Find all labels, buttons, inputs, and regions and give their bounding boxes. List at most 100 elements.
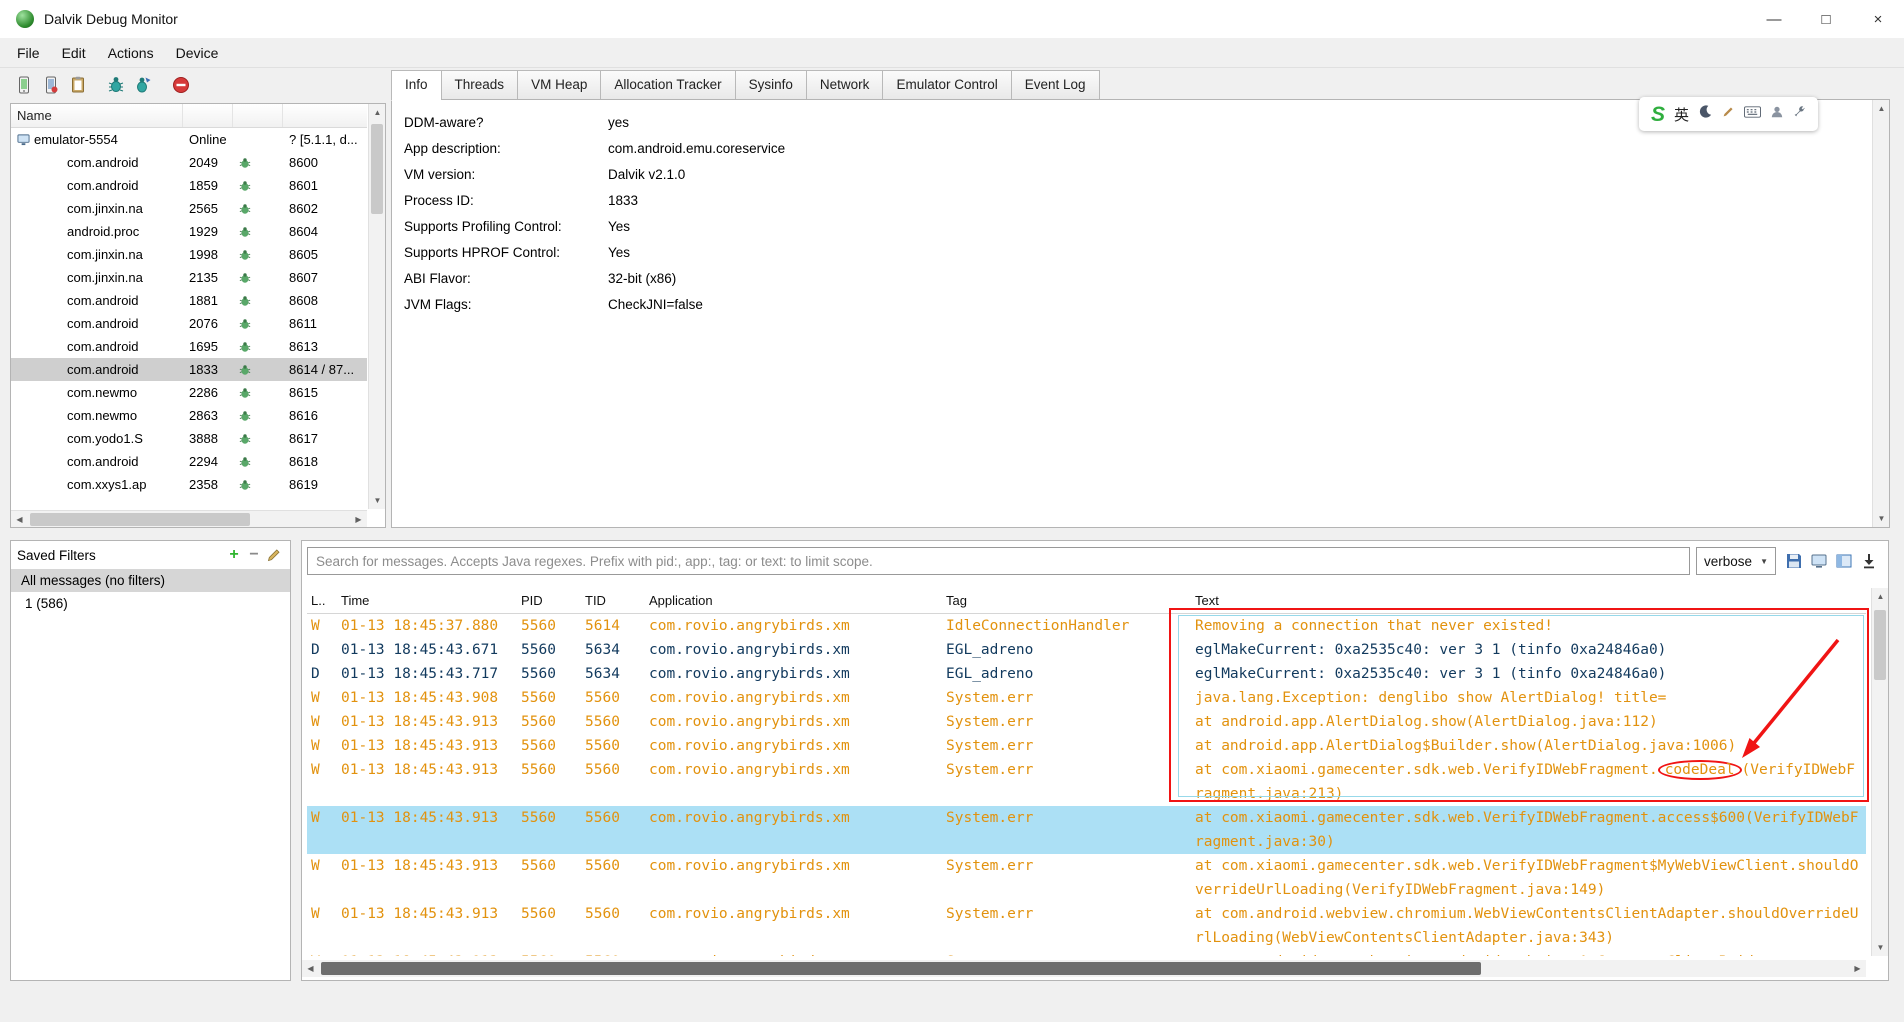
scroll-right-icon[interactable]: ▶	[350, 511, 367, 528]
device-vertical-scrollbar[interactable]: ▲ ▼	[368, 104, 385, 509]
log-column-header[interactable]: Text	[1191, 593, 1866, 608]
tab-event-log[interactable]: Event Log	[1010, 70, 1100, 100]
process-row[interactable]: com.android 1859 8601	[11, 174, 367, 197]
remove-filter-button[interactable]: −	[244, 545, 264, 565]
scroll-up-icon[interactable]: ▲	[1873, 100, 1890, 117]
clipboard-icon[interactable]	[66, 73, 90, 97]
log-cell: System.err	[946, 762, 1034, 778]
device-horizontal-scrollbar[interactable]: ◀ ▶	[11, 510, 367, 527]
process-row[interactable]: com.newmo 2286 8615	[11, 381, 367, 404]
menu-item-actions[interactable]: Actions	[97, 40, 165, 66]
log-row[interactable]: W01-13 18:45:43.91355605560com.rovio.ang…	[307, 710, 1866, 734]
log-row[interactable]: W 01-13 18:45:37.880 5560 5614 com.rovio.ang…	[307, 614, 1866, 638]
scroll-to-bottom-icon[interactable]	[1859, 551, 1879, 571]
scroll-left-icon[interactable]: ◀	[302, 960, 319, 977]
menu-item-device[interactable]: Device	[165, 40, 230, 66]
moon-icon[interactable]	[1698, 104, 1713, 124]
process-row[interactable]: com.android 1695 8613	[11, 335, 367, 358]
toggle-filters-pane-icon[interactable]	[1834, 551, 1854, 571]
log-column-header[interactable]: PID	[517, 593, 581, 608]
brush-icon[interactable]	[1722, 105, 1735, 123]
ime-language-label[interactable]: 英	[1674, 104, 1689, 125]
scroll-left-icon[interactable]: ◀	[11, 511, 28, 528]
process-row[interactable]: android.proc 1929 8604	[11, 220, 367, 243]
filter-item[interactable]: 1 (586)	[11, 592, 290, 615]
process-row[interactable]: com.jinxin.na 1998 8605	[11, 243, 367, 266]
log-column-header[interactable]: Tag	[942, 593, 1191, 608]
log-level-dropdown[interactable]: verbose ▼	[1696, 547, 1776, 575]
log-column-header[interactable]: TID	[581, 593, 645, 608]
log-column-header[interactable]: Application	[645, 593, 942, 608]
tab-threads[interactable]: Threads	[440, 70, 518, 100]
add-filter-button[interactable]: +	[224, 545, 244, 565]
log-row[interactable]: D 01-13 18:45:43.671 5560 5634 com.rovio.ang…	[307, 638, 1866, 662]
scroll-down-icon[interactable]: ▼	[1872, 939, 1889, 956]
log-row[interactable]: W01-13 18:45:43.91355605560com.rovio.ang…	[307, 734, 1866, 758]
log-row[interactable]: W01-13 18:45:43.91355605560com.rovio.ang…	[307, 854, 1866, 902]
log-row[interactable]: W01-13 18:45:43.91355605560com.rovio.ang…	[307, 950, 1866, 956]
sogou-logo-icon[interactable]: S	[1651, 104, 1665, 125]
info-label: VM version:	[404, 167, 476, 182]
filter-item[interactable]: All messages (no filters)	[11, 569, 290, 592]
log-row[interactable]: D 01-13 18:45:43.717 5560 5634 com.rovio.ang…	[307, 662, 1866, 686]
process-row[interactable]: com.android 2294 8618	[11, 450, 367, 473]
log-row[interactable]: W01-13 18:45:43.91355605560com.rovio.ang…	[307, 806, 1866, 854]
process-status-icon	[239, 433, 251, 444]
tab-emulator-control[interactable]: Emulator Control	[882, 70, 1011, 100]
log-row[interactable]: W01-13 18:45:43.91355605560com.rovio.ang…	[307, 902, 1866, 950]
process-row[interactable]: com.android 1881 8608	[11, 289, 367, 312]
phone-debug-icon[interactable]	[39, 73, 63, 97]
process-port: 8607	[289, 270, 318, 285]
scroll-down-icon[interactable]: ▼	[369, 492, 386, 509]
scroll-up-icon[interactable]: ▲	[1872, 588, 1889, 605]
wrench-icon[interactable]	[1793, 105, 1806, 123]
ime-toolbar[interactable]: S 英	[1639, 97, 1819, 131]
log-cell: com.rovio.angrybirds.xm	[649, 906, 850, 922]
process-name: com.android	[67, 339, 139, 354]
device-column-3[interactable]	[233, 104, 283, 127]
process-row[interactable]: com.newmo 2863 8616	[11, 404, 367, 427]
device-column-4[interactable]	[283, 104, 369, 127]
process-row[interactable]: com.jinxin.na 2135 8607	[11, 266, 367, 289]
process-row[interactable]: com.android 2049 8600	[11, 151, 367, 174]
log-horizontal-scrollbar[interactable]: ◀ ▶	[302, 960, 1866, 977]
save-log-icon[interactable]	[1784, 551, 1804, 571]
update-threads-icon[interactable]	[131, 73, 155, 97]
close-button[interactable]: ×	[1852, 0, 1904, 38]
menu-item-file[interactable]: File	[6, 40, 51, 66]
minimize-button[interactable]: —	[1748, 0, 1800, 38]
scroll-down-icon[interactable]: ▼	[1873, 510, 1890, 527]
maximize-button[interactable]: □	[1800, 0, 1852, 38]
log-vertical-scrollbar[interactable]: ▲ ▼	[1871, 588, 1888, 956]
scroll-right-icon[interactable]: ▶	[1849, 960, 1866, 977]
tab-sysinfo[interactable]: Sysinfo	[734, 70, 806, 100]
process-row[interactable]: com.xxys1.ap 2358 8619	[11, 473, 367, 496]
tab-info[interactable]: Info	[391, 70, 441, 101]
log-column-header[interactable]: L..	[307, 593, 337, 608]
log-cell: 5560	[521, 810, 556, 826]
keyboard-icon[interactable]	[1744, 105, 1762, 123]
process-row[interactable]: com.android 1833 8614 / 87...	[11, 358, 367, 381]
device-column-2[interactable]	[183, 104, 233, 127]
tab-allocation-tracker[interactable]: Allocation Tracker	[600, 70, 735, 100]
tab-network[interactable]: Network	[805, 70, 883, 100]
menu-item-edit[interactable]: Edit	[51, 40, 97, 66]
scroll-up-icon[interactable]: ▲	[369, 104, 386, 121]
logcat-search-input[interactable]	[307, 547, 1690, 575]
log-row[interactable]: W01-13 18:45:43.91355605560com.rovio.ang…	[307, 758, 1866, 806]
process-row[interactable]: com.yodo1.S 3888 8617	[11, 427, 367, 450]
stop-process-icon[interactable]	[169, 73, 193, 97]
process-row[interactable]: com.android 2076 8611	[11, 312, 367, 335]
user-icon[interactable]	[1770, 105, 1784, 124]
update-heap-icon[interactable]	[104, 73, 128, 97]
log-row[interactable]: W 01-13 18:45:43.908 5560 5560 com.rovio.ang…	[307, 686, 1866, 710]
device-row[interactable]: emulator-5554 Online ? [5.1.1, d...	[11, 128, 367, 151]
edit-filter-icon[interactable]	[264, 545, 284, 565]
device-column-name[interactable]: Name	[11, 104, 183, 127]
process-row[interactable]: com.jinxin.na 2565 8602	[11, 197, 367, 220]
tab-vm-heap[interactable]: VM Heap	[517, 70, 601, 100]
phone-device-icon[interactable]	[12, 73, 36, 97]
log-column-header[interactable]: Time	[337, 593, 517, 608]
capture-screen-icon[interactable]	[1809, 551, 1829, 571]
info-vertical-scrollbar[interactable]: ▲ ▼	[1872, 100, 1889, 527]
